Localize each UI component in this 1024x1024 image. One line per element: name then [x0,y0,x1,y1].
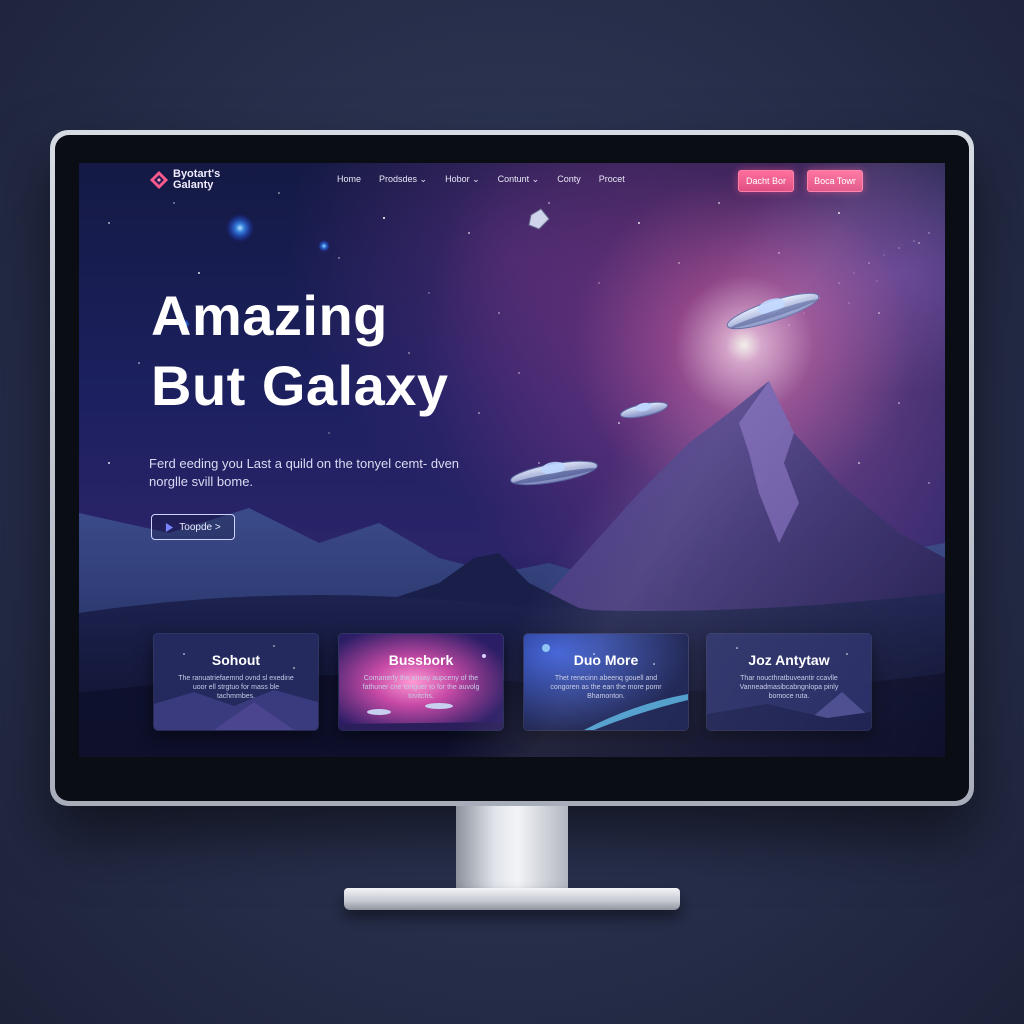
feature-card-1-title: Sohout [211,652,261,668]
feature-card-3[interactable]: Duo More Thet renecinn abeenq gouell and… [523,633,689,731]
hero-subtitle: Ferd eeding you Last a quild on the tony… [149,456,460,489]
monitor-stand-neck [456,806,568,898]
nav-primary-button[interactable]: Dacht Bor [738,170,794,192]
feature-card-2-text: Comanerfy the anvay aupceny of the fathu… [362,675,480,700]
feature-card-2-title: Bussbork [388,652,454,668]
hero-title: Amazing But Galaxy [151,281,571,421]
diamond-logo-icon [150,171,168,189]
feature-card-3-text: Thet renecinn abeenq gouell and congoren… [550,675,662,700]
nav-secondary-button[interactable]: Boca Towr [807,170,863,192]
nav-item-procet[interactable]: Procet [599,174,625,185]
feature-card-1-text: The ranuatriefaemnd ovnd sl exedine uoor… [178,675,294,700]
feature-card-3-title: Duo More [573,652,639,668]
feature-card-2[interactable]: Bussbork Comanerfy the anvay aupceny of … [338,633,504,731]
feature-card-1[interactable]: Sohout The ranuatriefaemnd ovnd sl exedi… [153,633,319,731]
nav-item-products[interactable]: Prodsdes ⌄ [379,174,427,185]
feature-card-4-title: Joz Antytaw [748,652,830,668]
site-logo[interactable]: Byotart's Galanty [149,169,237,191]
hero-title-line-1: Amazing [151,284,388,347]
main-nav: Home Prodsdes ⌄ Hobor ⌄ Contunt ⌄ Conty … [337,174,625,185]
site-logo-text: Byotart's Galanty [173,168,221,191]
nav-item-home[interactable]: Home [337,174,361,185]
nav-item-conty[interactable]: Conty [557,174,581,185]
feature-card-4-text: Thar noucthratbuveantir ccavlle Vanneadm… [739,675,839,700]
hero-cta-button[interactable]: Toopde > [151,514,235,540]
hero-title-line-2: But Galaxy [151,354,449,417]
feature-card-4[interactable]: Joz Antytaw Thar noucthratbuveantir ccav… [706,633,872,731]
monitor-stand-base [344,888,680,910]
nav-item-content[interactable]: Contunt ⌄ [498,174,540,185]
website-screen: Byotart's Galanty Home Prodsdes ⌄ Hobor … [79,163,945,757]
play-icon [166,522,174,532]
nav-item-hobor[interactable]: Hobor ⌄ [445,174,480,185]
hero-cta-label: Toopde > [179,521,221,533]
